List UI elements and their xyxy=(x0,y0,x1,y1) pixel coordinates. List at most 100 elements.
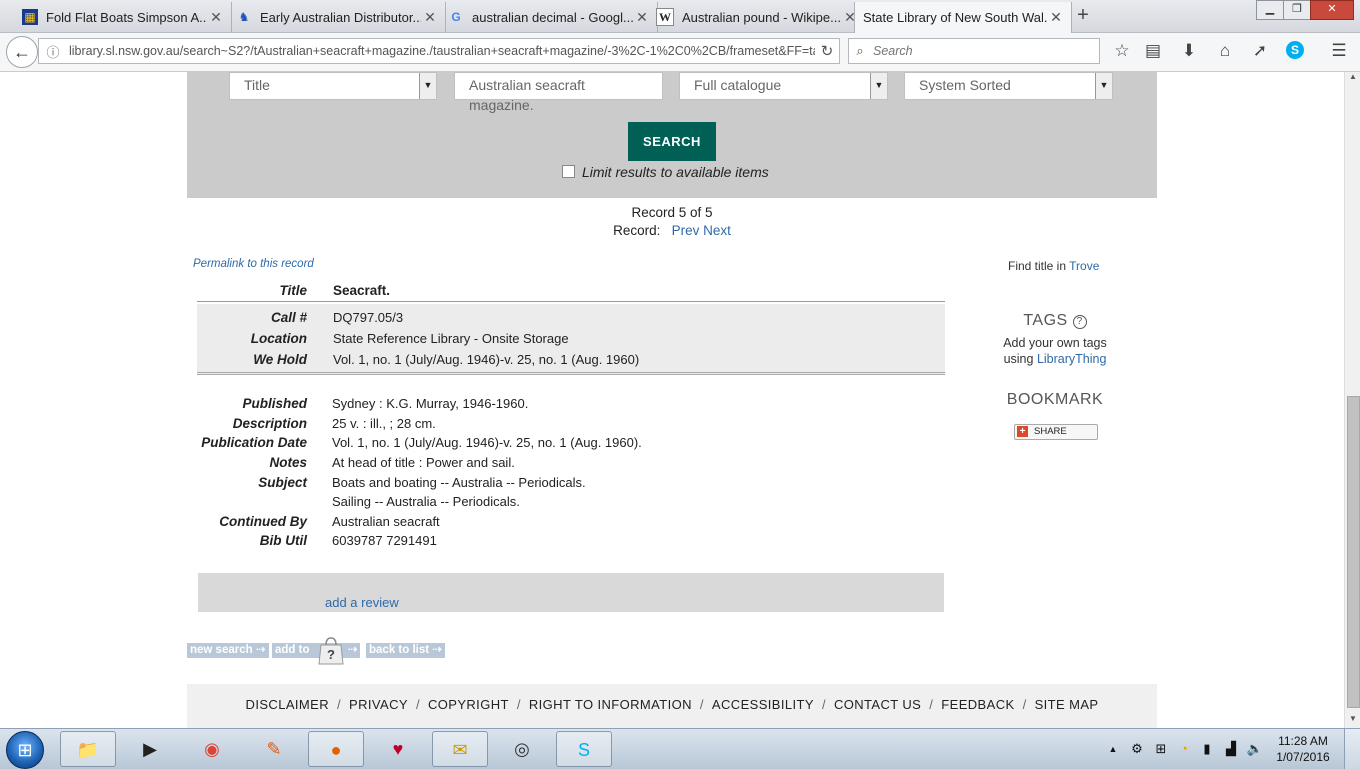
footer-link[interactable]: CONTACT US xyxy=(834,697,921,712)
help-icon[interactable]: ? xyxy=(1072,315,1087,329)
trove-link[interactable]: Trove xyxy=(1069,259,1099,273)
footer-link[interactable]: FEEDBACK xyxy=(941,697,1014,712)
search-button[interactable]: SEARCH xyxy=(628,122,716,161)
tags-instructions: Add your own tags xyxy=(1003,336,1107,350)
dropdown-arrow-icon[interactable]: ▼ xyxy=(870,73,887,99)
search-panel: Title ▼ Australian seacraft magazine. Fu… xyxy=(187,72,1157,198)
footer-link[interactable]: COPYRIGHT xyxy=(428,697,509,712)
close-tab-icon[interactable]: ✕ xyxy=(207,9,225,26)
new-tab-button[interactable]: + xyxy=(1072,5,1094,27)
review-bar: add a review xyxy=(198,573,944,612)
system-clock[interactable]: 11:28 AM 1/07/2016 xyxy=(1275,733,1331,765)
scope-select[interactable]: Full catalogue ▼ xyxy=(679,72,888,100)
media-player-icon[interactable]: ▶ xyxy=(122,731,178,767)
dropdown-arrow-icon[interactable]: ▼ xyxy=(419,73,436,99)
record-details: Title Seacraft. Call # DQ797.05/3 Location… xyxy=(197,279,945,375)
footer-link[interactable]: SITE MAP xyxy=(1035,697,1099,712)
field-value: 25 v. : ill., ; 28 cm. xyxy=(332,415,436,431)
field-value-link[interactable]: State Reference Library - Onsite Storage xyxy=(333,331,569,346)
footer-link[interactable]: PRIVACY xyxy=(349,697,408,712)
skype-icon[interactable]: S xyxy=(1286,41,1304,59)
field-value: Sydney : K.G. Murray, 1946-1960. xyxy=(332,396,529,412)
avast-icon[interactable]: ◔ xyxy=(1175,740,1193,758)
reading-list-icon[interactable]: ▤ xyxy=(1142,41,1164,63)
record-title: Seacraft. xyxy=(333,282,391,298)
clock-time: 11:28 AM xyxy=(1278,734,1328,748)
outlook-icon[interactable]: ✉ xyxy=(432,731,488,767)
firefox-icon[interactable]: ● xyxy=(308,731,364,767)
minimize-icon[interactable]: ▁ xyxy=(1256,0,1284,20)
browser-search-bar[interactable]: ⌕ xyxy=(848,38,1100,64)
field-value-link[interactable]: Sailing -- Australia -- Periodicals. xyxy=(332,494,520,509)
heart-app-icon[interactable]: ♥ xyxy=(370,731,426,767)
file-explorer-icon[interactable]: 📁 xyxy=(60,731,116,767)
browser-tab-4[interactable]: W Australian pound - Wikipe... ✕ xyxy=(648,2,866,32)
prev-record-link[interactable]: Prev xyxy=(672,223,700,238)
browser-search-input[interactable] xyxy=(871,43,1095,59)
show-hidden-icons-icon[interactable]: ▲ xyxy=(1104,740,1122,758)
librarything-link[interactable]: LibraryThing xyxy=(1037,352,1106,366)
tags-heading-text: TAGS xyxy=(1023,312,1068,329)
browser-tab-2[interactable]: ♞ Early Australian Distributor... ✕ xyxy=(228,2,446,32)
footer-separator: / xyxy=(699,697,704,712)
volume-icon[interactable]: 🔈 xyxy=(1246,740,1264,758)
field-value-link[interactable]: Boats and boating -- Australia -- Period… xyxy=(332,475,586,490)
chrome-icon[interactable]: ◉ xyxy=(184,731,240,767)
search-type-select[interactable]: Title ▼ xyxy=(229,72,437,100)
limit-available-checkbox[interactable] xyxy=(562,165,575,178)
footer-link[interactable]: DISCLAIMER xyxy=(246,697,329,712)
field-label: We Hold xyxy=(253,352,307,367)
restore-icon[interactable]: ❐ xyxy=(1283,0,1311,20)
battery-icon[interactable]: ▮ xyxy=(1198,740,1216,758)
new-search-button[interactable]: new search ⇢ xyxy=(187,643,269,658)
field-label: Call # xyxy=(270,310,307,325)
close-tab-icon[interactable]: ✕ xyxy=(421,9,439,26)
field-value-link[interactable]: Australian seacraft xyxy=(332,514,440,529)
browser-tab-1[interactable]: ▦ Fold Flat Boats Simpson A... ✕ xyxy=(14,2,232,32)
tab-label: State Library of New South Wal... xyxy=(863,10,1047,25)
next-record-link[interactable]: Next xyxy=(703,223,731,238)
share-button[interactable]: + SHARE xyxy=(1014,424,1098,440)
close-tab-icon[interactable]: ✕ xyxy=(1047,9,1065,26)
sort-value: System Sorted xyxy=(919,77,1011,93)
add-review-link[interactable]: add a review xyxy=(325,595,399,610)
media-icon[interactable]: ◎ xyxy=(494,731,550,767)
title-row: Title Seacraft. xyxy=(197,279,945,302)
network-share-icon[interactable]: ⚙ xyxy=(1128,740,1146,758)
url-text[interactable]: library.sl.nsw.gov.au/search~S2?/tAustra… xyxy=(63,44,815,58)
windows-icon[interactable]: ⊞ xyxy=(1152,740,1170,758)
browser-tab-5[interactable]: State Library of New South Wal... ✕ xyxy=(854,2,1072,33)
send-icon[interactable]: ➚ xyxy=(1249,41,1271,63)
back-arrow-icon[interactable]: ← xyxy=(6,36,38,68)
permalink-link[interactable]: Permalink to this record xyxy=(193,258,314,270)
home-icon[interactable]: ⌂ xyxy=(1214,41,1236,63)
skype-icon[interactable]: S xyxy=(556,731,612,767)
signal-icon[interactable]: ▟ xyxy=(1222,740,1240,758)
scrollbar-thumb[interactable] xyxy=(1347,396,1360,708)
start-button[interactable]: ⊞ xyxy=(6,731,44,769)
scroll-down-icon[interactable]: ▼ xyxy=(1345,714,1360,728)
reload-icon[interactable]: ↻ xyxy=(815,42,839,60)
field-value: At head of title : Power and sail. xyxy=(332,455,515,471)
info-icon[interactable]: ⓘ xyxy=(43,42,63,61)
download-icon[interactable]: ⬇ xyxy=(1178,41,1200,63)
back-to-list-button[interactable]: back to list ⇢ xyxy=(366,643,445,658)
record-field-row: Bib Util 6039787 7291491 xyxy=(197,531,945,551)
footer-link[interactable]: ACCESSIBILITY xyxy=(712,697,814,712)
search-query-input[interactable]: Australian seacraft magazine. xyxy=(454,72,663,113)
bookmark-star-icon[interactable]: ☆ xyxy=(1111,41,1133,63)
menu-icon[interactable]: ☰ xyxy=(1328,41,1350,63)
show-desktop-button[interactable] xyxy=(1344,729,1360,769)
url-bar[interactable]: ⓘ library.sl.nsw.gov.au/search~S2?/tAust… xyxy=(38,38,840,64)
scroll-up-icon[interactable]: ▲ xyxy=(1345,72,1360,86)
vertical-scrollbar[interactable]: ▲ ▼ xyxy=(1344,72,1360,728)
paint-icon[interactable]: ✎ xyxy=(246,731,302,767)
browser-tab-3[interactable]: G australian decimal - Googl... ✕ xyxy=(440,2,658,32)
footer-link[interactable]: RIGHT TO INFORMATION xyxy=(529,697,692,712)
dropdown-arrow-icon[interactable]: ▼ xyxy=(1095,73,1112,99)
footer-links: DISCLAIMER / PRIVACY / COPYRIGHT / RIGHT TO IN… xyxy=(187,684,1157,728)
bookbag-icon[interactable]: ? xyxy=(315,635,347,665)
close-window-icon[interactable]: ✕ xyxy=(1310,0,1354,20)
field-label: Bib Util xyxy=(259,533,307,549)
sort-select[interactable]: System Sorted ▼ xyxy=(904,72,1113,100)
